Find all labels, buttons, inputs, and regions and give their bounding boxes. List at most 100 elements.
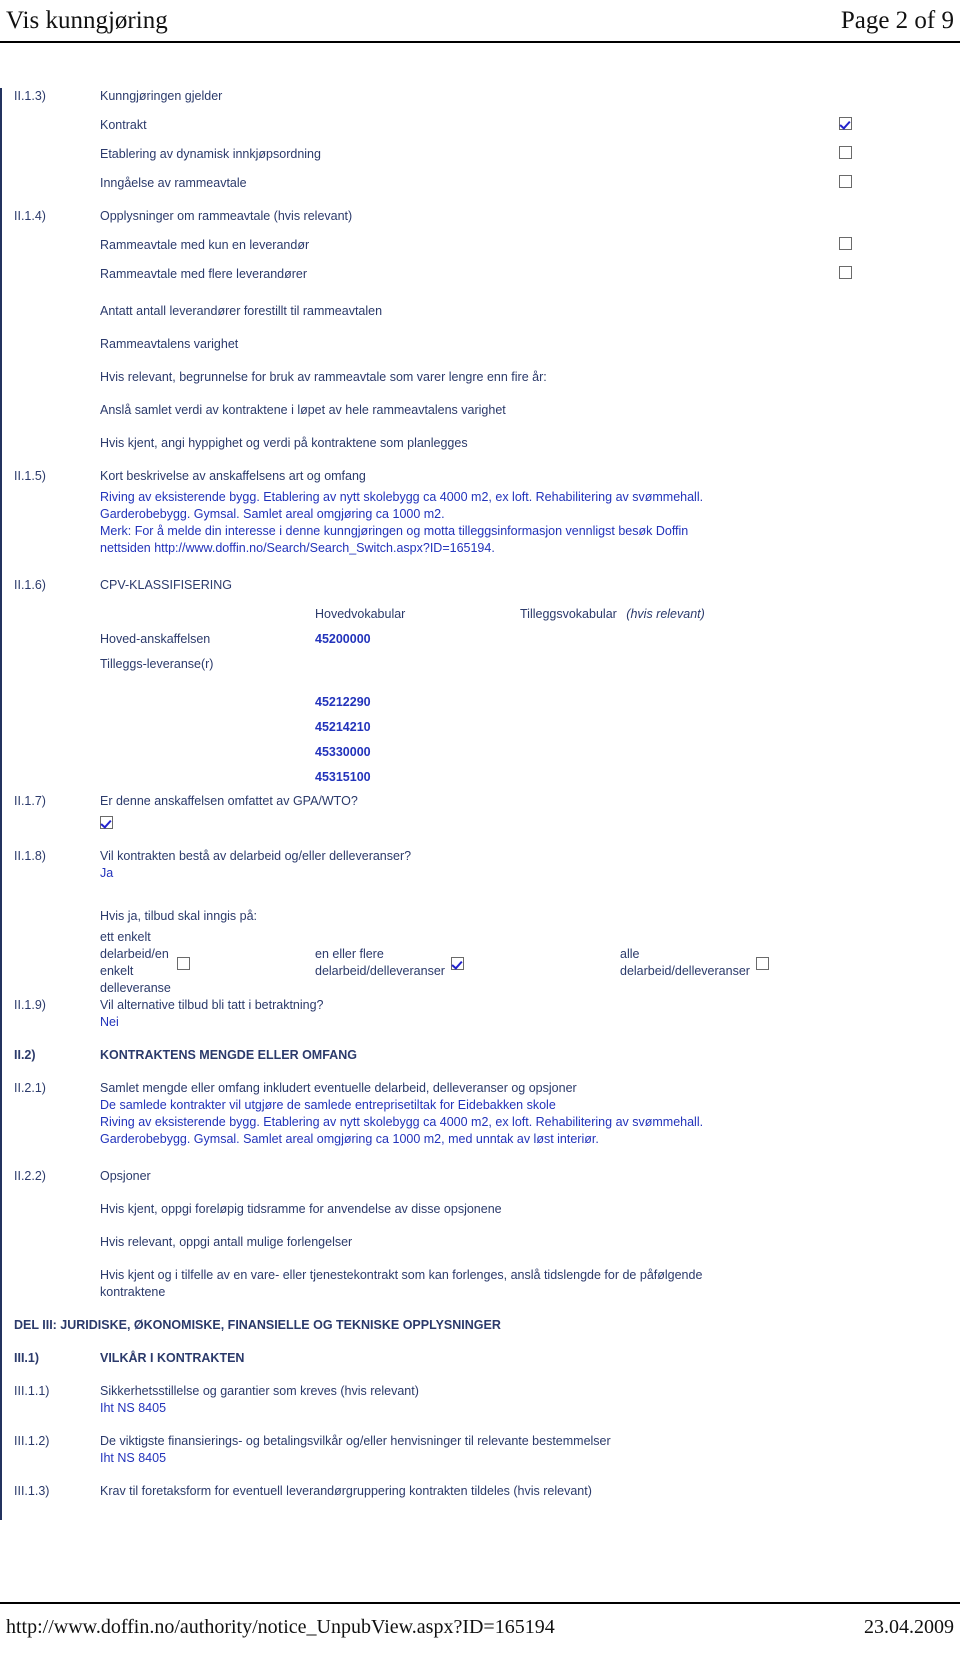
checkbox-rammeavtale[interactable] <box>839 175 852 188</box>
cpv-additional-code-2: 45214210 <box>315 720 371 734</box>
delarbeid-options: ett enkelt delarbeid/en enkelt dellevera… <box>100 929 950 995</box>
checkbox-rammeavtale-en-leverandor[interactable] <box>839 237 852 250</box>
ii-2-1-body-line-3: Garderobebygg. Gymsal. Samlet areal omgj… <box>100 1132 599 1146</box>
checkbox-gpa-wto[interactable] <box>100 816 113 830</box>
section-label-ii-1-6: II.1.6) <box>14 578 46 592</box>
answer-ii-1-9: Nei <box>100 1015 119 1029</box>
heading-ii-1-3: Kunngjøringen gjelder <box>100 89 223 103</box>
option-ett-enkelt-delarbeid-label: ett enkelt delarbeid/en enkelt dellevera… <box>100 929 171 997</box>
section-ii-2-1: II.2.1) Samlet mengde eller omfang inklu… <box>2 1080 960 1148</box>
section-del-iii: DEL III: JURIDISKE, ØKONOMISKE, FINANSIE… <box>2 1317 960 1334</box>
section-label-ii-2-2: II.2.2) <box>14 1169 46 1183</box>
cpv-header-tilleggsvokabular-note: (hvis relevant) <box>626 607 705 621</box>
opt-b-line-2: delarbeid/delleveranser <box>315 964 445 978</box>
cpv-main-code: 45200000 <box>315 632 371 646</box>
opt-b-line-1: en eller flere <box>315 947 384 961</box>
option-en-eller-flere-delarbeid: en eller flere delarbeid/delleveranser <box>315 929 520 978</box>
heading-ii-2-1: Samlet mengde eller omfang inkludert eve… <box>100 1081 577 1095</box>
checkbox-kontrakt[interactable] <box>839 117 852 130</box>
option-alle-delarbeid-label: alle delarbeid/delleveranser <box>620 946 750 980</box>
heading-iii-1: VILKÅR I KONTRAKTEN <box>100 1351 245 1365</box>
value-iii-1-1: Iht NS 8405 <box>100 1401 167 1415</box>
section-ii-1-5: II.1.5) Kort beskrivelse av anskaffelsen… <box>2 468 960 557</box>
checkbox-alle-delarbeid[interactable] <box>755 956 769 970</box>
section-ii-2-2: II.2.2) Opsjoner Hvis kjent, oppgi forel… <box>2 1168 960 1301</box>
section-ii-1-4: II.1.4) Opplysninger om rammeavtale (hvi… <box>2 208 960 452</box>
opt-c-line-2: delarbeid/delleveranser <box>620 964 750 978</box>
opt-c-line-1: alle <box>620 947 640 961</box>
section-iii-1-1: III.1.1) Sikkerhetsstillelse og garantie… <box>2 1383 960 1417</box>
section-label-iii-1: III.1) <box>14 1351 40 1365</box>
heading-ii-2: KONTRAKTENS MENGDE ELLER OMFANG <box>100 1048 357 1062</box>
section-label-iii-1-3: III.1.3) <box>14 1484 50 1498</box>
heading-ii-1-4: Opplysninger om rammeavtale (hvis releva… <box>100 209 353 223</box>
section-ii-1-3: II.1.3) Kunngjøringen gjelder Kontrakt E… <box>2 88 960 192</box>
footer-url: http://www.doffin.no/authority/notice_Un… <box>6 1616 555 1638</box>
description-line-4-url: nettsiden http://www.doffin.no/Search/Se… <box>100 541 495 555</box>
section-label-ii-2-1: II.2.1) <box>14 1081 46 1095</box>
ii-2-2-line-2: Hvis relevant, oppgi antall mulige forle… <box>100 1235 353 1249</box>
opt-a-line-1: ett enkelt <box>100 930 151 944</box>
cpv-header-tilleggsvokabular: Tilleggsvokabular (hvis relevant) <box>520 606 705 623</box>
section-label-ii-1-9: II.1.9) <box>14 998 46 1012</box>
opt-a-line-4: delleveranse <box>100 981 171 995</box>
section-ii-1-8: II.1.8) Vil kontrakten bestå av delarbei… <box>2 848 960 995</box>
section-label-iii-1-1: III.1.1) <box>14 1384 50 1398</box>
cpv-table: Hovedvokabular Tilleggsvokabular (hvis r… <box>100 606 950 784</box>
description-line-2: Garderobebygg. Gymsal. Samlet areal omgj… <box>100 507 445 521</box>
del-iii-title: DEL III: JURIDISKE, ØKONOMISKE, FINANSIE… <box>14 1318 501 1332</box>
cpv-additional-code-1: 45212290 <box>315 695 371 709</box>
option-kontrakt: Kontrakt <box>100 117 950 134</box>
page-header: Vis kunngjøring Page 2 of 9 <box>0 4 960 44</box>
option-dynamisk-innkjopsordning: Etablering av dynamisk innkjøpsordning <box>100 146 950 163</box>
line-begrunnelse-lengre-enn-fire-ar: Hvis relevant, begrunnelse for bruk av r… <box>100 370 547 384</box>
heading-ii-1-7: Er denne anskaffelsen omfattet av GPA/WT… <box>100 794 358 808</box>
option-rammeavtale-label: Inngåelse av rammeavtale <box>100 176 247 190</box>
header-divider <box>0 41 960 43</box>
section-label-ii-1-3: II.1.3) <box>14 89 46 103</box>
option-dynamisk-innkjopsordning-label: Etablering av dynamisk innkjøpsordning <box>100 147 321 161</box>
line-hyppighet-og-verdi: Hvis kjent, angi hyppighet og verdi på k… <box>100 436 468 450</box>
section-label-ii-1-4: II.1.4) <box>14 209 46 223</box>
page-footer: http://www.doffin.no/authority/notice_Un… <box>0 1612 960 1646</box>
section-ii-1-6: II.1.6) CPV-KLASSIFISERING Hovedvokabula… <box>2 577 960 784</box>
document-body: II.1.3) Kunngjøringen gjelder Kontrakt E… <box>0 88 960 1520</box>
heading-ii-2-2: Opsjoner <box>100 1169 151 1183</box>
checkbox-rammeavtale-flere-leverandorer[interactable] <box>839 266 852 279</box>
section-ii-2: II.2) KONTRAKTENS MENGDE ELLER OMFANG <box>2 1047 960 1064</box>
checkbox-en-eller-flere-delarbeid[interactable] <box>450 956 464 970</box>
line-antatt-antall-leverandorer: Antatt antall leverandører forestillt ti… <box>100 304 383 318</box>
section-iii-1-2: III.1.2) De viktigste finansierings- og … <box>2 1433 960 1467</box>
cpv-header-tilleggsvokabular-text: Tilleggsvokabular <box>520 607 617 621</box>
heading-iii-1-3: Krav til foretaksform for eventuell leve… <box>100 1484 592 1498</box>
answer-ii-1-8: Ja <box>100 866 114 880</box>
opt-a-line-3: enkelt <box>100 964 134 978</box>
heading-iii-1-2: De viktigste finansierings- og betalings… <box>100 1434 611 1448</box>
checkbox-ett-enkelt-delarbeid[interactable] <box>176 956 190 970</box>
cpv-row-label-hoved-anskaffelsen: Hoved-anskaffelsen <box>100 632 211 646</box>
line-rammeavtalens-varighet: Rammeavtalens varighet <box>100 337 239 351</box>
cpv-additional-code-3: 45330000 <box>315 745 371 759</box>
heading-ii-1-9: Vil alternative tilbud bli tatt i betrak… <box>100 998 324 1012</box>
option-rammeavtale-flere-leverandorer-label: Rammeavtale med flere leverandører <box>100 267 308 281</box>
section-label-ii-1-5: II.1.5) <box>14 469 46 483</box>
cpv-row-label-tilleggs-leveranse: Tilleggs-leveranse(r) <box>100 657 214 671</box>
footer-date: 23.04.2009 <box>864 1616 954 1638</box>
ii-2-2-line-1: Hvis kjent, oppgi foreløpig tidsramme fo… <box>100 1202 502 1216</box>
ii-2-1-body-line-1: De samlede kontrakter vil utgjøre de sam… <box>100 1098 556 1112</box>
footer-divider <box>0 1602 960 1604</box>
option-kontrakt-label: Kontrakt <box>100 118 147 132</box>
section-ii-1-9: II.1.9) Vil alternative tilbud bli tatt … <box>2 997 960 1031</box>
section-label-iii-1-2: III.1.2) <box>14 1434 50 1448</box>
option-rammeavtale-en-leverandor: Rammeavtale med kun en leverandør <box>100 237 950 254</box>
section-ii-1-7: II.1.7) Er denne anskaffelsen omfattet a… <box>2 793 960 832</box>
subheading-tilbud-inngis-paa: Hvis ja, tilbud skal inngis på: <box>100 909 258 923</box>
section-label-ii-2: II.2) <box>14 1048 36 1062</box>
option-rammeavtale-en-leverandor-label: Rammeavtale med kun en leverandør <box>100 238 310 252</box>
checkbox-dynamisk-innkjopsordning[interactable] <box>839 146 852 159</box>
heading-ii-1-6: CPV-KLASSIFISERING <box>100 578 232 592</box>
ii-2-2-line-3: Hvis kjent og i tilfelle av en vare- ell… <box>100 1268 703 1282</box>
description-line-1: Riving av eksisterende bygg. Etablering … <box>100 490 704 504</box>
section-iii-1-3: III.1.3) Krav til foretaksform for event… <box>2 1483 960 1500</box>
line-anslaa-samlet-verdi: Anslå samlet verdi av kontraktene i løpe… <box>100 403 506 417</box>
